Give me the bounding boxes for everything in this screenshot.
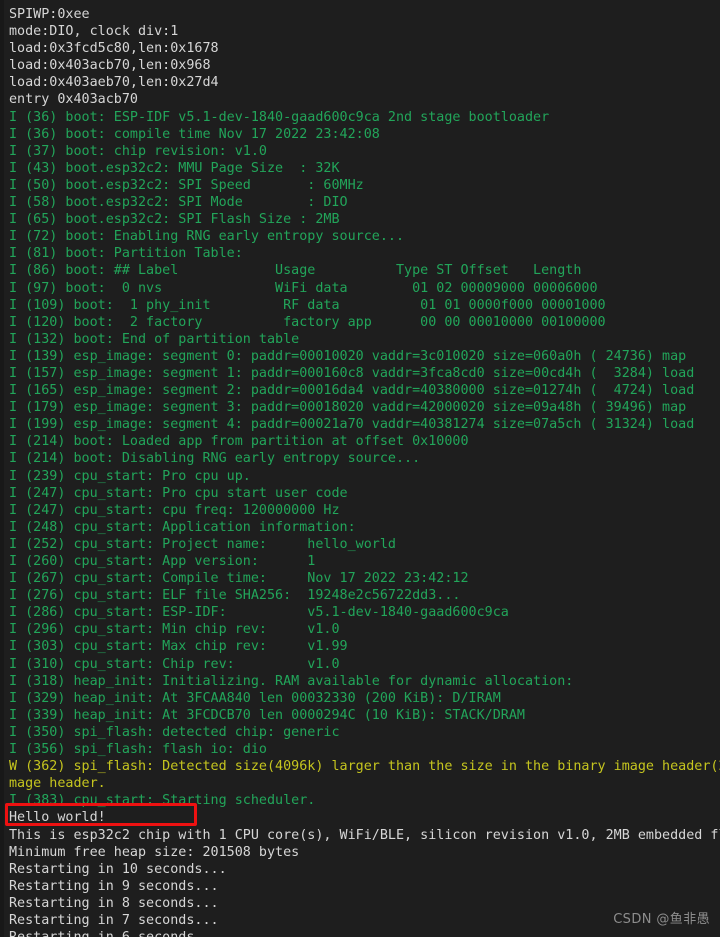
terminal-line: I (179) esp_image: segment 3: paddr=0001… — [9, 400, 687, 416]
terminal-line: Restarting in 7 seconds... — [9, 912, 219, 928]
terminal-line: Hello world! — [9, 810, 106, 826]
terminal-line: I (356) spi_flash: flash io: dio — [9, 742, 267, 758]
terminal-line: I (81) boot: Partition Table: — [9, 246, 243, 262]
terminal-line: I (214) boot: Disabling RNG early entrop… — [9, 451, 421, 467]
terminal-line: I (72) boot: Enabling RNG early entropy … — [9, 229, 405, 245]
terminal-line: I (157) esp_image: segment 1: paddr=0001… — [9, 365, 695, 381]
terminal-line: I (97) boot: 0 nvs WiFi data 01 02 00009… — [9, 280, 598, 296]
terminal-line: I (50) boot.esp32c2: SPI Speed : 60MHz — [9, 177, 364, 193]
terminal-line: Restarting in 10 seconds... — [9, 861, 227, 877]
terminal-line: I (214) boot: Loaded app from partition … — [9, 434, 469, 450]
terminal-line: I (239) cpu_start: Pro cpu up. — [9, 468, 251, 484]
terminal-line: SPIWP:0xee — [9, 7, 90, 22]
terminal-line: This is esp32c2 chip with 1 CPU core(s),… — [9, 827, 720, 843]
terminal-line: load:0x403acb70,len:0x968 — [9, 58, 211, 74]
terminal-line: I (248) cpu_start: Application informati… — [9, 519, 356, 535]
terminal-log-output: SPIWP:0xee mode:DIO, clock div:1 load:0x3f… — [0, 6, 720, 937]
terminal-line: Restarting in 9 seconds... — [9, 878, 219, 894]
terminal-line: I (37) boot: chip revision: v1.0 — [9, 143, 267, 159]
terminal-line: I (303) cpu_start: Max chip rev: v1.99 — [9, 639, 348, 655]
terminal-line: W (362) spi_flash: Detected size(4096k) … — [9, 759, 720, 775]
serial-monitor-terminal[interactable]: SPIWP:0xee mode:DIO, clock div:1 load:0x3f… — [0, 0, 720, 937]
terminal-line: I (109) boot: 1 phy_init RF data 01 01 0… — [9, 297, 606, 313]
terminal-line: I (36) boot: compile time Nov 17 2022 23… — [9, 126, 380, 142]
terminal-line: I (286) cpu_start: ESP-IDF: v5.1-dev-184… — [9, 605, 509, 621]
terminal-line: I (139) esp_image: segment 0: paddr=0001… — [9, 348, 687, 364]
terminal-line: I (252) cpu_start: Project name: hello_w… — [9, 536, 396, 552]
terminal-line: I (247) cpu_start: cpu freq: 120000000 H… — [9, 502, 340, 518]
terminal-line: I (43) boot.esp32c2: MMU Page Size : 32K — [9, 160, 340, 176]
terminal-line: I (132) boot: End of partition table — [9, 331, 300, 347]
terminal-line: entry 0x403acb70 — [9, 92, 138, 108]
terminal-line: I (260) cpu_start: App version: 1 — [9, 554, 316, 569]
terminal-line: load:0x403aeb70,len:0x27d4 — [9, 75, 219, 91]
csdn-watermark: CSDN @鱼非愚 — [613, 912, 710, 927]
terminal-line: I (86) boot: ## Label Usage Type ST Offs… — [9, 263, 582, 279]
terminal-line: I (310) cpu_start: Chip rev: v1.0 — [9, 656, 340, 672]
terminal-left-gutter — [0, 0, 4, 937]
terminal-line: mode:DIO, clock div:1 — [9, 24, 179, 40]
terminal-line: I (199) esp_image: segment 4: paddr=0002… — [9, 417, 695, 433]
terminal-line: I (65) boot.esp32c2: SPI Flash Size : 2M… — [9, 212, 340, 228]
terminal-line: Restarting in 6 seconds... — [0, 929, 720, 937]
terminal-line: Minimum free heap size: 201508 bytes — [9, 844, 300, 860]
terminal-line: I (350) spi_flash: detected chip: generi… — [9, 724, 340, 740]
terminal-line: I (383) cpu_start: Starting scheduler. — [9, 793, 316, 809]
terminal-line: I (58) boot.esp32c2: SPI Mode : DIO — [9, 195, 348, 211]
terminal-line: mage header. — [9, 776, 106, 792]
terminal-line: I (318) heap_init: Initializing. RAM ava… — [9, 673, 574, 689]
terminal-line: I (339) heap_init: At 3FCDCB70 len 00002… — [9, 707, 525, 723]
terminal-line: I (120) boot: 2 factory factory app 00 0… — [9, 314, 606, 330]
terminal-line: I (296) cpu_start: Min chip rev: v1.0 — [9, 622, 340, 638]
terminal-line: I (267) cpu_start: Compile time: Nov 17 … — [9, 571, 469, 587]
terminal-line: I (165) esp_image: segment 2: paddr=0001… — [9, 383, 695, 399]
terminal-line: I (276) cpu_start: ELF file SHA256: 1924… — [9, 588, 461, 604]
terminal-line: I (329) heap_init: At 3FCAA840 len 00032… — [9, 690, 501, 706]
terminal-line: I (247) cpu_start: Pro cpu start user co… — [9, 485, 348, 501]
terminal-line: Restarting in 8 seconds... — [9, 895, 219, 911]
terminal-line: load:0x3fcd5c80,len:0x1678 — [9, 41, 219, 57]
terminal-line: I (36) boot: ESP-IDF v5.1-dev-1840-gaad6… — [9, 109, 550, 125]
